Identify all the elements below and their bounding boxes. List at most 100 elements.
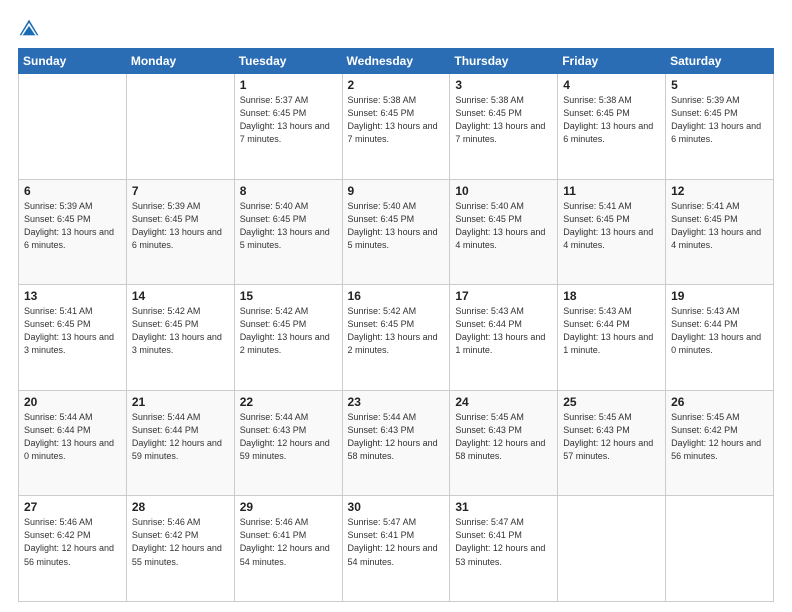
day-info: Sunrise: 5:42 AM Sunset: 6:45 PM Dayligh… [132,305,229,357]
day-number: 25 [563,395,660,409]
day-info: Sunrise: 5:40 AM Sunset: 6:45 PM Dayligh… [348,200,445,252]
day-number: 31 [455,500,552,514]
calendar-cell: 24 Sunrise: 5:45 AM Sunset: 6:43 PM Dayli… [450,390,558,496]
calendar-cell: 10 Sunrise: 5:40 AM Sunset: 6:45 PM Dayli… [450,179,558,285]
calendar-cell: 16 Sunrise: 5:42 AM Sunset: 6:45 PM Dayli… [342,285,450,391]
day-number: 20 [24,395,121,409]
weekday-friday: Friday [558,49,666,74]
day-info: Sunrise: 5:46 AM Sunset: 6:41 PM Dayligh… [240,516,337,568]
day-number: 13 [24,289,121,303]
calendar-cell: 9 Sunrise: 5:40 AM Sunset: 6:45 PM Daylig… [342,179,450,285]
day-info: Sunrise: 5:40 AM Sunset: 6:45 PM Dayligh… [240,200,337,252]
calendar-cell: 29 Sunrise: 5:46 AM Sunset: 6:41 PM Dayli… [234,496,342,602]
calendar-cell: 3 Sunrise: 5:38 AM Sunset: 6:45 PM Daylig… [450,74,558,180]
day-info: Sunrise: 5:38 AM Sunset: 6:45 PM Dayligh… [563,94,660,146]
day-info: Sunrise: 5:39 AM Sunset: 6:45 PM Dayligh… [24,200,121,252]
day-number: 7 [132,184,229,198]
day-info: Sunrise: 5:43 AM Sunset: 6:44 PM Dayligh… [455,305,552,357]
calendar-cell: 25 Sunrise: 5:45 AM Sunset: 6:43 PM Dayli… [558,390,666,496]
day-info: Sunrise: 5:41 AM Sunset: 6:45 PM Dayligh… [24,305,121,357]
calendar-cell: 19 Sunrise: 5:43 AM Sunset: 6:44 PM Dayli… [666,285,774,391]
week-row-1: 1 Sunrise: 5:37 AM Sunset: 6:45 PM Daylig… [19,74,774,180]
calendar-cell: 4 Sunrise: 5:38 AM Sunset: 6:45 PM Daylig… [558,74,666,180]
calendar-cell: 1 Sunrise: 5:37 AM Sunset: 6:45 PM Daylig… [234,74,342,180]
day-number: 4 [563,78,660,92]
calendar-cell [126,74,234,180]
day-number: 9 [348,184,445,198]
day-info: Sunrise: 5:41 AM Sunset: 6:45 PM Dayligh… [671,200,768,252]
day-info: Sunrise: 5:40 AM Sunset: 6:45 PM Dayligh… [455,200,552,252]
day-number: 28 [132,500,229,514]
day-number: 3 [455,78,552,92]
weekday-header-row: SundayMondayTuesdayWednesdayThursdayFrid… [19,49,774,74]
calendar-cell [19,74,127,180]
calendar-cell: 17 Sunrise: 5:43 AM Sunset: 6:44 PM Dayli… [450,285,558,391]
day-number: 29 [240,500,337,514]
calendar-cell: 15Sunrise: 5:42 AM Sunset: 6:45 PM Dayli… [234,285,342,391]
day-number: 1 [240,78,337,92]
day-info: Sunrise: 5:42 AM Sunset: 6:45 PM Dayligh… [348,305,445,357]
calendar-cell: 26 Sunrise: 5:45 AM Sunset: 6:42 PM Dayli… [666,390,774,496]
day-info: Sunrise: 5:43 AM Sunset: 6:44 PM Dayligh… [563,305,660,357]
day-info: Sunrise: 5:45 AM Sunset: 6:42 PM Dayligh… [671,411,768,463]
day-info: Sunrise: 5:46 AM Sunset: 6:42 PM Dayligh… [132,516,229,568]
day-info: Sunrise: 5:45 AM Sunset: 6:43 PM Dayligh… [563,411,660,463]
day-info: Sunrise: 5:38 AM Sunset: 6:45 PM Dayligh… [348,94,445,146]
day-number: 5 [671,78,768,92]
day-number: 24 [455,395,552,409]
day-info: Sunrise: 5:44 AM Sunset: 6:43 PM Dayligh… [348,411,445,463]
page: SundayMondayTuesdayWednesdayThursdayFrid… [0,0,792,612]
calendar-cell: 30 Sunrise: 5:47 AM Sunset: 6:41 PM Dayli… [342,496,450,602]
day-number: 17 [455,289,552,303]
header [18,18,774,40]
week-row-2: 6 Sunrise: 5:39 AM Sunset: 6:45 PM Daylig… [19,179,774,285]
day-number: 23 [348,395,445,409]
calendar-cell: 12 Sunrise: 5:41 AM Sunset: 6:45 PM Dayli… [666,179,774,285]
week-row-5: 27Sunrise: 5:46 AM Sunset: 6:42 PM Dayli… [19,496,774,602]
calendar-cell: 28 Sunrise: 5:46 AM Sunset: 6:42 PM Dayli… [126,496,234,602]
day-info: Sunrise: 5:38 AM Sunset: 6:45 PM Dayligh… [455,94,552,146]
day-info: Sunrise: 5:44 AM Sunset: 6:43 PM Dayligh… [240,411,337,463]
weekday-wednesday: Wednesday [342,49,450,74]
day-number: 12 [671,184,768,198]
day-info: Sunrise: 5:42 AM Sunset: 6:45 PM Dayligh… [240,305,337,357]
day-number: 18 [563,289,660,303]
day-info: Sunrise: 5:39 AM Sunset: 6:45 PM Dayligh… [132,200,229,252]
day-number: 11 [563,184,660,198]
calendar-cell [558,496,666,602]
logo [18,18,44,40]
calendar-cell [666,496,774,602]
calendar-cell: 27Sunrise: 5:46 AM Sunset: 6:42 PM Dayli… [19,496,127,602]
day-info: Sunrise: 5:47 AM Sunset: 6:41 PM Dayligh… [348,516,445,568]
day-number: 26 [671,395,768,409]
day-number: 19 [671,289,768,303]
calendar-cell: 21Sunrise: 5:44 AM Sunset: 6:44 PM Dayli… [126,390,234,496]
day-info: Sunrise: 5:43 AM Sunset: 6:44 PM Dayligh… [671,305,768,357]
day-number: 21 [132,395,229,409]
calendar-cell: 22 Sunrise: 5:44 AM Sunset: 6:43 PM Dayli… [234,390,342,496]
weekday-tuesday: Tuesday [234,49,342,74]
calendar-cell: 14 Sunrise: 5:42 AM Sunset: 6:45 PM Dayli… [126,285,234,391]
day-number: 10 [455,184,552,198]
day-info: Sunrise: 5:47 AM Sunset: 6:41 PM Dayligh… [455,516,552,568]
day-info: Sunrise: 5:45 AM Sunset: 6:43 PM Dayligh… [455,411,552,463]
day-number: 30 [348,500,445,514]
calendar-cell: 6 Sunrise: 5:39 AM Sunset: 6:45 PM Daylig… [19,179,127,285]
day-number: 2 [348,78,445,92]
calendar-cell: 20Sunrise: 5:44 AM Sunset: 6:44 PM Dayli… [19,390,127,496]
day-number: 14 [132,289,229,303]
day-info: Sunrise: 5:46 AM Sunset: 6:42 PM Dayligh… [24,516,121,568]
day-number: 16 [348,289,445,303]
day-number: 6 [24,184,121,198]
weekday-monday: Monday [126,49,234,74]
day-info: Sunrise: 5:39 AM Sunset: 6:45 PM Dayligh… [671,94,768,146]
calendar-cell: 18 Sunrise: 5:43 AM Sunset: 6:44 PM Dayli… [558,285,666,391]
day-number: 8 [240,184,337,198]
day-info: Sunrise: 5:37 AM Sunset: 6:45 PM Dayligh… [240,94,337,146]
calendar-cell: 7 Sunrise: 5:39 AM Sunset: 6:45 PM Daylig… [126,179,234,285]
day-number: 22 [240,395,337,409]
week-row-3: 13 Sunrise: 5:41 AM Sunset: 6:45 PM Dayli… [19,285,774,391]
calendar-cell: 11Sunrise: 5:41 AM Sunset: 6:45 PM Dayli… [558,179,666,285]
calendar-cell: 23 Sunrise: 5:44 AM Sunset: 6:43 PM Dayli… [342,390,450,496]
calendar-cell: 8 Sunrise: 5:40 AM Sunset: 6:45 PM Daylig… [234,179,342,285]
